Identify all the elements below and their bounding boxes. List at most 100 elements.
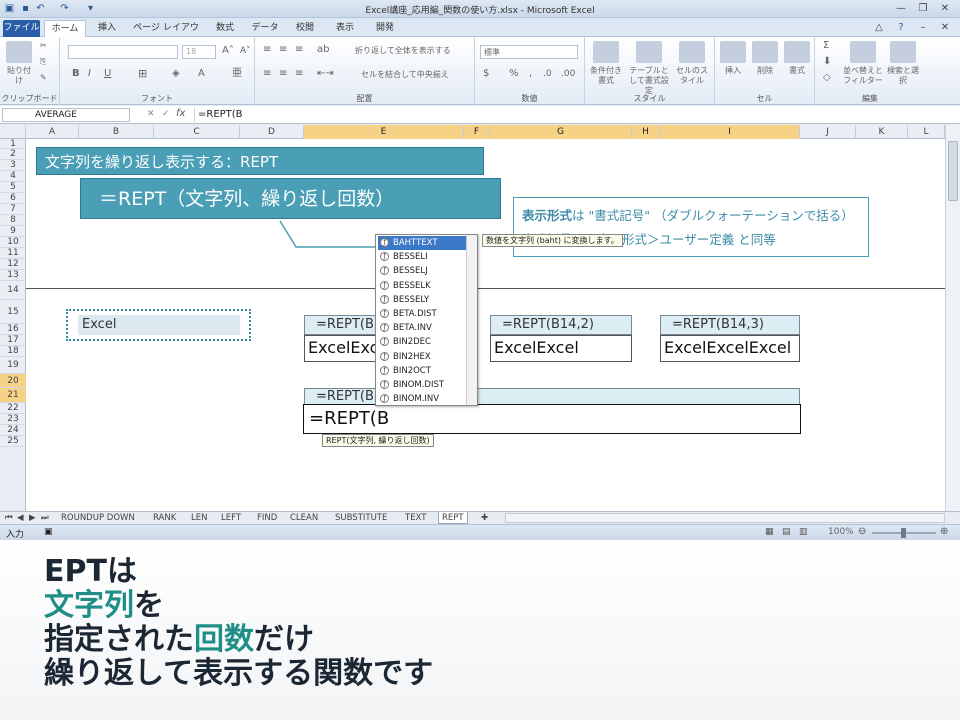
cell-b14[interactable]: Excel [78, 315, 240, 335]
insert-cells-button[interactable]: 挿入 [719, 41, 747, 76]
row-header[interactable]: 3 [0, 160, 26, 171]
row-header[interactable]: 9 [0, 226, 26, 237]
copy-icon[interactable]: ⎘ [40, 57, 46, 67]
tab-view[interactable]: 表示 [328, 20, 362, 37]
autocomplete-item[interactable]: ƒ BINOM.INV [378, 392, 466, 406]
autocomplete-item[interactable]: ƒ BINOM.DIST [378, 378, 466, 392]
zoom-in-icon[interactable]: ⊕ [940, 526, 948, 537]
autocomplete-item[interactable]: ƒ BAHTTEXT [378, 236, 466, 250]
column-header[interactable]: J [800, 125, 856, 139]
row-header[interactable]: 20 [0, 374, 26, 388]
zoom-slider-thumb[interactable] [901, 528, 906, 538]
align-right-icon[interactable]: ≡ [295, 69, 303, 79]
increase-decimal-icon[interactable]: .0 [543, 69, 552, 79]
row-header[interactable]: 24 [0, 425, 26, 436]
row-header[interactable]: 14 [0, 281, 26, 300]
select-all-corner[interactable] [0, 125, 26, 139]
autocomplete-item[interactable]: ƒ BETA.DIST [378, 307, 466, 321]
column-header[interactable]: L [908, 125, 945, 139]
sheet-nav-prev-icon[interactable]: ◀ [14, 512, 27, 524]
sort-filter-button[interactable]: 並べ替えとフィルター [843, 41, 883, 86]
align-left-icon[interactable]: ≡ [263, 69, 271, 79]
sheet-tab[interactable]: SUBSTITUTE [332, 512, 390, 524]
scroll-thumb[interactable] [948, 141, 958, 201]
merge-center-button[interactable]: セルを結合して中央揃え [361, 70, 449, 80]
paste-button[interactable]: 貼り付け [4, 41, 34, 86]
page-layout-view-icon[interactable]: ▤ [782, 527, 791, 537]
cell-g14[interactable]: =REPT(B14,2) [490, 315, 632, 335]
insert-sheet-icon[interactable]: ✚ [478, 512, 491, 524]
delete-cells-button[interactable]: 削除 [751, 41, 779, 76]
font-name-select[interactable] [68, 45, 178, 59]
autocomplete-item[interactable]: ƒ BESSELJ [378, 264, 466, 278]
column-header[interactable]: E [304, 125, 464, 139]
cancel-icon[interactable]: ✕ [147, 109, 155, 119]
sheet-tab[interactable]: REPT [438, 512, 468, 524]
row-header[interactable]: 15 [0, 300, 26, 324]
clear-icon[interactable]: ◇ [823, 73, 831, 83]
row-header[interactable]: 17 [0, 335, 26, 346]
font-size-select[interactable]: 18 [182, 45, 216, 59]
book-minimize-icon[interactable]: – [912, 20, 934, 35]
cut-icon[interactable]: ✂ [40, 41, 47, 51]
row-header[interactable]: 11 [0, 248, 26, 259]
function-autocomplete-list[interactable]: ƒ BAHTTEXT ƒ BESSELI ƒ BESSELJ ƒ BESSELK ƒ BESSEL… [375, 234, 478, 406]
currency-icon[interactable]: $ [483, 69, 489, 79]
row-header[interactable]: 19 [0, 357, 26, 374]
vertical-scrollbar[interactable] [945, 125, 960, 511]
autosum-icon[interactable]: Σ [823, 41, 829, 51]
align-middle-icon[interactable]: ≡ [279, 45, 287, 55]
cell-e14[interactable]: =REPT(B [304, 315, 376, 335]
column-header[interactable]: K [856, 125, 908, 139]
font-color-icon[interactable]: A [198, 69, 205, 79]
row-header[interactable]: 25 [0, 436, 26, 447]
bold-icon[interactable]: B [72, 69, 80, 79]
page-break-view-icon[interactable]: ▥ [799, 527, 808, 537]
column-header[interactable]: F [464, 125, 490, 139]
row-header[interactable]: 6 [0, 193, 26, 204]
autocomplete-item[interactable]: ƒ BESSELY [378, 293, 466, 307]
align-top-icon[interactable]: ≡ [263, 45, 271, 55]
decrease-decimal-icon[interactable]: .00 [561, 69, 575, 79]
active-cell-e20[interactable]: =REPT(B [303, 404, 801, 434]
zoom-level[interactable]: 100% [828, 527, 854, 537]
conditional-format-button[interactable]: 条件付き書式 [587, 41, 625, 86]
row-header[interactable]: 22 [0, 403, 26, 414]
enter-icon[interactable]: ✓ [162, 109, 170, 119]
restore-icon[interactable]: ❐ [912, 1, 934, 16]
cell-i14[interactable]: =REPT(B14,3) [660, 315, 800, 335]
autocomplete-item[interactable]: ƒ BIN2DEC [378, 335, 466, 349]
sheet-tab[interactable]: TEXT [402, 512, 429, 524]
row-header[interactable]: 2 [0, 149, 26, 160]
sheet-tab[interactable]: CLEAN [287, 512, 321, 524]
column-header[interactable]: B [79, 125, 154, 139]
cell-i15[interactable]: ExcelExcelExcel [660, 335, 800, 362]
find-select-button[interactable]: 検索と選択 [885, 41, 921, 86]
percent-icon[interactable]: % [509, 69, 519, 79]
autocomplete-scrollbar[interactable] [466, 235, 477, 405]
cell-style-button[interactable]: セルのスタイル [673, 41, 711, 86]
row-header[interactable]: 8 [0, 215, 26, 226]
tab-developer[interactable]: 開発 [368, 20, 402, 37]
autocomplete-item[interactable]: ƒ BESSELI [378, 250, 466, 264]
row-header[interactable]: 7 [0, 204, 26, 215]
autocomplete-item[interactable]: ƒ BIN2HEX [378, 350, 466, 364]
italic-icon[interactable]: I [88, 69, 91, 79]
ribbon-minimize-icon[interactable]: △ [868, 20, 890, 35]
horizontal-scrollbar[interactable] [505, 513, 945, 523]
tab-page-layout[interactable]: ページ レイアウト [130, 20, 202, 49]
row-header[interactable]: 1 [0, 139, 26, 149]
column-header[interactable]: I [660, 125, 800, 139]
shrink-font-icon[interactable]: A˅ [240, 46, 251, 56]
align-center-icon[interactable]: ≡ [279, 69, 287, 79]
normal-view-icon[interactable]: ▦ [765, 527, 774, 537]
tab-formulas[interactable]: 数式 [208, 20, 242, 37]
autocomplete-item[interactable]: ƒ BETA.INV [378, 321, 466, 335]
name-box[interactable]: AVERAGE [2, 108, 130, 122]
formula-input[interactable]: =REPT(B [194, 108, 954, 122]
row-header[interactable]: 5 [0, 182, 26, 193]
row-header[interactable]: 16 [0, 324, 26, 335]
fill-icon[interactable]: ⬇ [823, 57, 831, 67]
autocomplete-item[interactable]: ƒ BIN2OCT [378, 364, 466, 378]
column-header[interactable]: H [632, 125, 660, 139]
